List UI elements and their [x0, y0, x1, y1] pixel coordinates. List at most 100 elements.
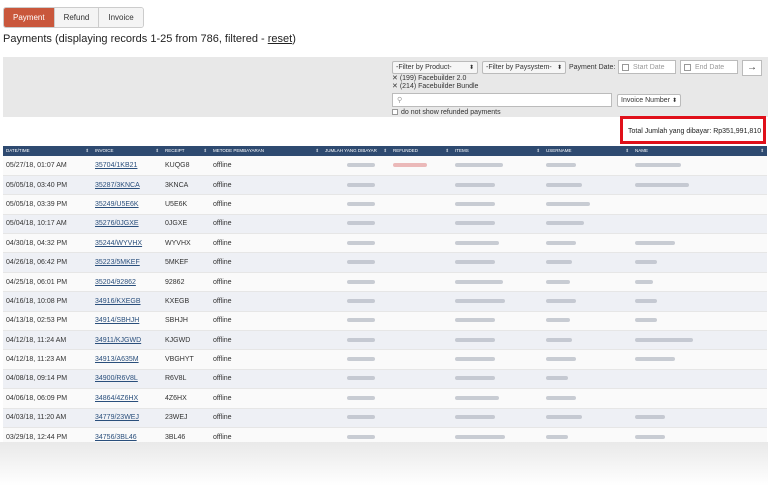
invoice-link[interactable]: 35244/WYVHX	[95, 240, 142, 247]
table-row[interactable]: 04/25/18, 06:01 PM 35204/92862 92862 offlin…	[3, 272, 767, 293]
sort-icon[interactable]: ⬍	[625, 148, 629, 154]
column-header[interactable]: Jumlah yang dibayar ⬍	[322, 146, 390, 156]
redacted-text	[455, 434, 505, 439]
chevron-updown-icon: ⬍	[468, 65, 474, 71]
table-row[interactable]: 04/13/18, 02:53 PM 34914/SBHJH SBHJH offlin…	[3, 311, 767, 332]
invoice-cell[interactable]: 35276/0JGXE	[92, 214, 162, 235]
invoice-link[interactable]: 34911/KJGWD	[95, 337, 141, 344]
table-row[interactable]: 04/30/18, 04:32 PM 35244/WYVHX WYVHX offlin…	[3, 233, 767, 254]
invoice-link[interactable]: 35276/0JGXE	[95, 220, 139, 227]
no-refunded-checkbox[interactable]: do not show refunded payments	[392, 109, 501, 116]
sort-icon[interactable]: ⬍	[155, 148, 159, 154]
table-row[interactable]: 05/05/18, 03:39 PM 35249/U5E6K U5E6K offlin…	[3, 194, 767, 215]
column-header[interactable]: Name ⬍	[632, 146, 767, 156]
table-row[interactable]: 05/27/18, 01:07 AM 35704/1KB21 KUQG8 offlin…	[3, 156, 767, 176]
invoice-link[interactable]: 35249/U5E6K	[95, 201, 139, 208]
table-row[interactable]: 04/08/18, 09:14 PM 34900/R6V8L R6V8L offlin…	[3, 369, 767, 390]
invoice-link[interactable]: 34914/SBHJH	[95, 317, 139, 324]
paysystem-filter-label: -Filter by Paysystem-	[486, 64, 552, 71]
items-cell	[452, 175, 543, 196]
invoice-link[interactable]: 35704/1KB21	[95, 162, 137, 169]
username-cell	[543, 233, 632, 254]
table-row[interactable]: 04/12/18, 11:24 AM 34911/KJGWD KJGWD offlin…	[3, 330, 767, 351]
invoice-link[interactable]: 34779/23WEJ	[95, 414, 139, 421]
amount-cell	[322, 349, 390, 370]
invoice-cell[interactable]: 35704/1KB21	[92, 156, 162, 176]
invoice-link[interactable]: 35204/92862	[95, 279, 136, 286]
payment-method-cell: offline	[210, 252, 322, 273]
search-field-select[interactable]: Invoice Number ⬍	[617, 94, 681, 107]
items-cell	[452, 252, 543, 273]
table-row[interactable]: 04/03/18, 11:20 AM 34779/23WEJ 23WEJ offlin…	[3, 408, 767, 428]
invoice-link[interactable]: 34756/3BL46	[95, 434, 137, 441]
sort-icon[interactable]: ⬍	[85, 148, 89, 154]
invoice-cell[interactable]: 35204/92862	[92, 272, 162, 293]
username-cell	[543, 252, 632, 273]
table-row[interactable]: 05/04/18, 10:17 AM 35276/0JGXE 0JGXE offlin…	[3, 214, 767, 235]
redacted-text	[455, 182, 495, 187]
column-header[interactable]: Receipt ⬍	[162, 146, 210, 156]
column-header[interactable]: Date/Time ⬍	[3, 146, 92, 156]
end-date-input[interactable]: End Date	[680, 60, 738, 74]
invoice-cell[interactable]: 34864/4Z6HX	[92, 388, 162, 409]
column-header[interactable]: Items ⬍	[452, 146, 543, 156]
apply-filter-button[interactable]: →	[742, 60, 762, 76]
sort-icon[interactable]: ⬍	[383, 148, 387, 154]
column-header[interactable]: Metode Pembayaran ⬍	[210, 146, 322, 156]
paysystem-filter-select[interactable]: -Filter by Paysystem- ⬍	[482, 61, 566, 74]
tab-invoice[interactable]: Invoice	[99, 8, 143, 27]
column-header[interactable]: Username ⬍	[543, 146, 632, 156]
reset-link[interactable]: reset	[268, 33, 292, 45]
sort-icon[interactable]: ⬍	[315, 148, 319, 154]
invoice-cell[interactable]: 34914/SBHJH	[92, 311, 162, 332]
column-header[interactable]: Refunded ⬍	[390, 146, 452, 156]
sort-icon[interactable]: ⬍	[536, 148, 540, 154]
invoice-cell[interactable]: 34900/R6V8L	[92, 369, 162, 390]
invoice-link[interactable]: 34864/4Z6HX	[95, 395, 138, 402]
table-row[interactable]: 04/16/18, 10:08 PM 34916/KXEGB KXEGB offlin…	[3, 291, 767, 312]
redacted-text	[546, 434, 568, 439]
invoice-cell[interactable]: 34779/23WEJ	[92, 408, 162, 428]
remove-icon[interactable]: ✕	[392, 83, 398, 90]
username-cell	[543, 291, 632, 312]
product-filter-select[interactable]: -Filter by Product- ⬍	[392, 61, 478, 74]
table-row[interactable]: 04/06/18, 06:09 PM 34864/4Z6HX 4Z6HX offlin…	[3, 388, 767, 409]
refunded-cell	[390, 214, 452, 235]
name-cell	[632, 194, 767, 215]
search-input[interactable]: ⚲	[392, 93, 612, 107]
date-cell: 05/05/18, 03:40 PM	[3, 175, 92, 196]
column-header[interactable]: Invoice ⬍	[92, 146, 162, 156]
invoice-cell[interactable]: 35249/U5E6K	[92, 194, 162, 215]
tab-payment[interactable]: Payment	[4, 8, 55, 27]
table-row[interactable]: 04/12/18, 11:23 AM 34913/A635M VBGHYT offli…	[3, 349, 767, 370]
invoice-link[interactable]: 34916/KXEGB	[95, 298, 141, 305]
selected-product-tag[interactable]: ✕ (199) Facebuilder 2.0	[392, 74, 466, 82]
receipt-cell: VBGHYT	[162, 349, 210, 370]
redacted-text	[635, 182, 689, 187]
tab-refund[interactable]: Refund	[54, 8, 100, 27]
checkbox-box[interactable]	[392, 109, 398, 116]
amount-cell	[322, 408, 390, 428]
sort-icon[interactable]: ⬍	[445, 148, 449, 154]
selected-product-tag[interactable]: ✕ (214) Facebuilder Bundle	[392, 82, 478, 90]
invoice-cell[interactable]: 35223/5MKEF	[92, 252, 162, 273]
remove-icon[interactable]: ✕	[392, 75, 398, 82]
redacted-text	[635, 318, 657, 323]
invoice-link[interactable]: 35223/5MKEF	[95, 259, 140, 266]
table-row[interactable]: 05/05/18, 03:40 PM 35287/3KNCA 3KNCA offlin…	[3, 175, 767, 196]
redacted-text	[546, 162, 576, 167]
invoice-cell[interactable]: 35244/WYVHX	[92, 233, 162, 254]
invoice-cell[interactable]: 34913/A635M	[92, 349, 162, 370]
sort-icon[interactable]: ⬍	[203, 148, 207, 154]
payment-method-cell: offline	[210, 311, 322, 332]
start-date-input[interactable]: Start Date	[618, 60, 676, 74]
sort-icon[interactable]: ⬍	[760, 148, 764, 154]
invoice-cell[interactable]: 35287/3KNCA	[92, 175, 162, 196]
receipt-cell: 5MKEF	[162, 252, 210, 273]
invoice-link[interactable]: 34913/A635M	[95, 356, 139, 363]
invoice-cell[interactable]: 34911/KJGWD	[92, 330, 162, 351]
table-row[interactable]: 04/26/18, 06:42 PM 35223/5MKEF 5MKEF offlin…	[3, 252, 767, 273]
invoice-link[interactable]: 35287/3KNCA	[95, 182, 140, 189]
invoice-cell[interactable]: 34916/KXEGB	[92, 291, 162, 312]
invoice-link[interactable]: 34900/R6V8L	[95, 375, 138, 382]
